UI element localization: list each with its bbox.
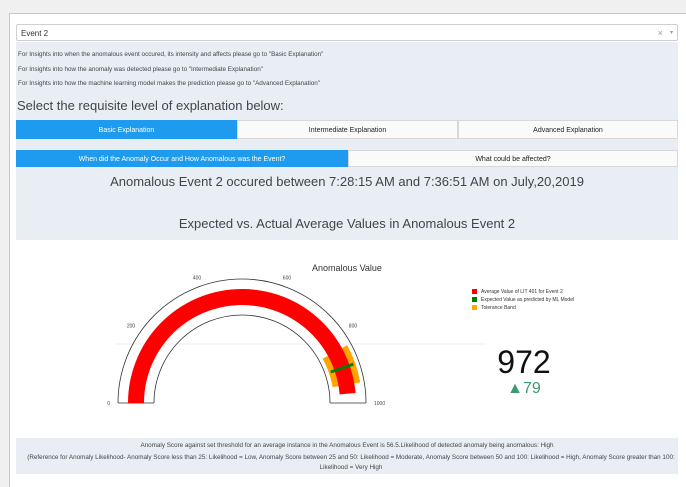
gauge-tick-label: 1000	[374, 401, 385, 407]
likelihood-reference-text: (Reference for Anomaly Likelihood- Anoma…	[27, 454, 675, 471]
anomaly-score-footer: Anomaly Score against set threshold for …	[16, 438, 678, 474]
event-dropdown-value: Event 2	[21, 29, 49, 38]
gauge-title: Anomalous Value	[312, 263, 382, 273]
gauge-tick-label: 200	[127, 323, 136, 329]
gauge-tick-label: 400	[193, 276, 202, 282]
legend-label-tolerance: Tolerance Band	[481, 305, 516, 311]
section-heading: Select the requisite level of explanatio…	[17, 98, 284, 113]
gauge-value-number: 972	[497, 344, 551, 380]
level-tabs: Basic Explanation Intermediate Explanati…	[16, 120, 678, 139]
legend-label-expected: Expected Value as predicted by ML Model	[481, 297, 575, 303]
tab-when-anomaly-occur[interactable]: When did the Anomaly Occur and How Anoma…	[16, 150, 348, 167]
sub-tabs: When did the Anomaly Occur and How Anoma…	[16, 150, 678, 167]
legend-actual: Average Value of LIT 401 for Event 2	[472, 289, 563, 295]
legend-swatch-actual	[472, 289, 477, 295]
gauge-svg: Anomalous Value 0 200 400 600 800 1000	[107, 263, 486, 407]
tab-intermediate-explanation[interactable]: Intermediate Explanation	[237, 120, 458, 139]
legend-swatch-expected	[472, 297, 477, 303]
tab-what-could-be-affected[interactable]: What could be affected?	[348, 150, 678, 167]
event-time-title: Anomalous Event 2 occured between 7:28:1…	[110, 174, 584, 189]
gauge-tick-label: 0	[107, 401, 110, 407]
gauge-inner-arc	[153, 314, 331, 404]
gauge-chart: Anomalous Value 0 200 400 600 800 1000 Averag…	[16, 240, 678, 438]
explanation-panel: For Insights into when the anomalous eve…	[16, 42, 678, 240]
info-line-advanced: For Insights into how the machine learni…	[18, 80, 321, 87]
legend-swatch-tolerance	[472, 305, 477, 311]
info-line-basic: For Insights into when the anomalous eve…	[18, 51, 324, 58]
gauge-tick-label: 800	[349, 323, 358, 329]
gauge-value-bar	[128, 289, 356, 404]
chart-section-title: Expected vs. Actual Average Values in An…	[178, 216, 516, 231]
gauge-tick-label: 600	[283, 276, 292, 282]
legend-expected: Expected Value as predicted by ML Model	[472, 297, 574, 303]
tab-advanced-explanation[interactable]: Advanced Explanation	[458, 120, 678, 139]
legend-label-actual: Average Value of LIT 401 for Event 2	[481, 289, 563, 295]
legend-tolerance: Tolerance Band	[472, 305, 516, 311]
anomaly-score-text: Anomaly Score against set threshold for …	[140, 442, 554, 449]
info-line-intermediate: For Insights into how the anomaly was de…	[18, 66, 263, 73]
gauge-delta: ▲79	[507, 380, 541, 397]
chevron-down-icon[interactable]: ▾	[670, 25, 673, 42]
event-dropdown[interactable]: Event 2 × ▾	[16, 24, 678, 41]
clear-icon[interactable]: ×	[658, 25, 663, 42]
tab-basic-explanation[interactable]: Basic Explanation	[16, 120, 237, 139]
